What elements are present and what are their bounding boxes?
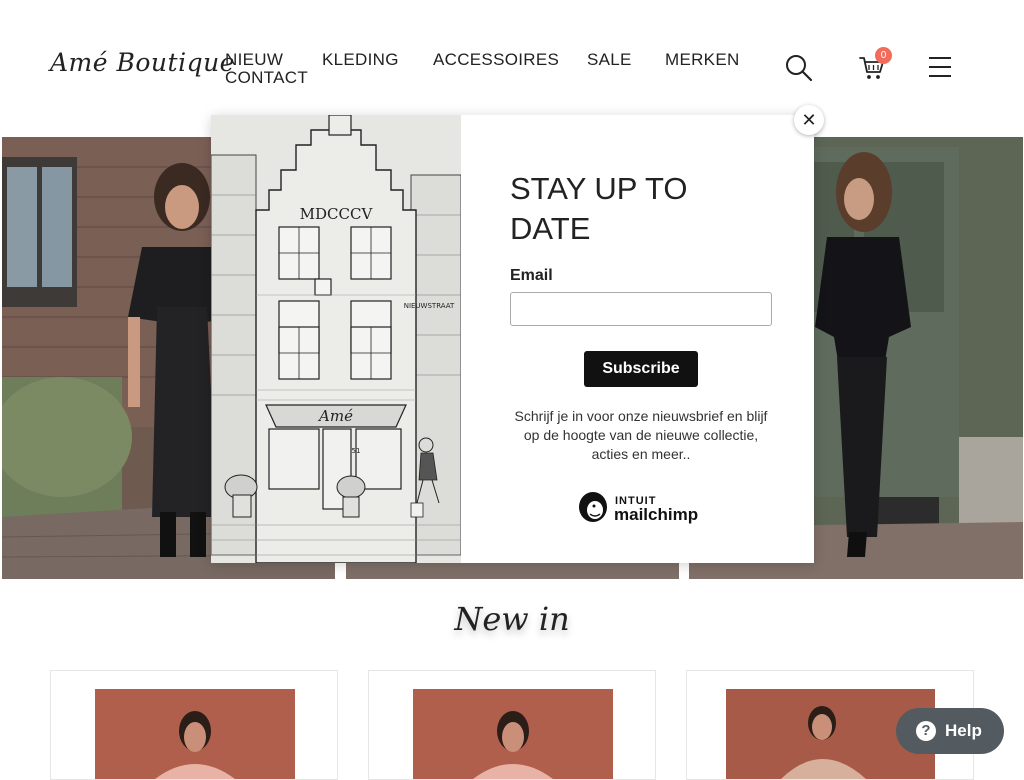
nav-sale[interactable]: SALE [587, 50, 632, 70]
newsletter-popup: MDCCCV NIEUWSTRAAT Amé 51 STAY UP TO DAT… [211, 115, 814, 563]
facade-year-text: MDCCCV [300, 205, 374, 223]
product-image[interactable] [95, 689, 295, 779]
popup-description: Schrijf je in voor onze nieuwsbrief en b… [514, 408, 768, 462]
nav-kleding[interactable]: KLEDING [322, 50, 399, 70]
mailchimp-freddie-icon [579, 492, 607, 522]
mailchimp-logo[interactable]: INTUIT mailchimp [577, 489, 707, 525]
popup-title: STAY UP TO DATE [510, 171, 688, 246]
email-label: Email [510, 267, 553, 284]
shop-sign-text: Amé [317, 407, 353, 425]
product-card[interactable] [50, 670, 338, 780]
product-image[interactable] [413, 689, 613, 779]
question-mark-icon: ? [916, 721, 936, 741]
house-number-text: 51 [352, 447, 361, 455]
subscribe-button[interactable]: Subscribe [584, 351, 698, 387]
menu-icon[interactable] [928, 56, 952, 83]
nav-contact[interactable]: CONTACT [225, 68, 308, 88]
mailchimp-wordmark: mailchimp [614, 505, 698, 524]
shop-sketch-illustration: MDCCCV NIEUWSTRAAT Amé 51 [211, 115, 461, 563]
product-card[interactable] [368, 670, 656, 780]
nav-nieuw[interactable]: NIEUW [225, 50, 283, 70]
street-sign-text: NIEUWSTRAAT [404, 302, 455, 310]
close-popup-button[interactable]: ✕ [794, 105, 824, 135]
new-in-heading: New in [454, 600, 570, 638]
email-field[interactable] [510, 292, 772, 326]
nav-accessoires[interactable]: ACCESSOIRES [433, 50, 559, 70]
help-label: Help [945, 721, 982, 740]
cart-count-badge: 0 [875, 47, 892, 64]
search-icon[interactable] [785, 54, 813, 87]
help-button[interactable]: ? Help [896, 708, 1004, 754]
site-logo[interactable]: Amé Boutique [50, 48, 235, 77]
nav-merken[interactable]: MERKEN [665, 50, 740, 70]
